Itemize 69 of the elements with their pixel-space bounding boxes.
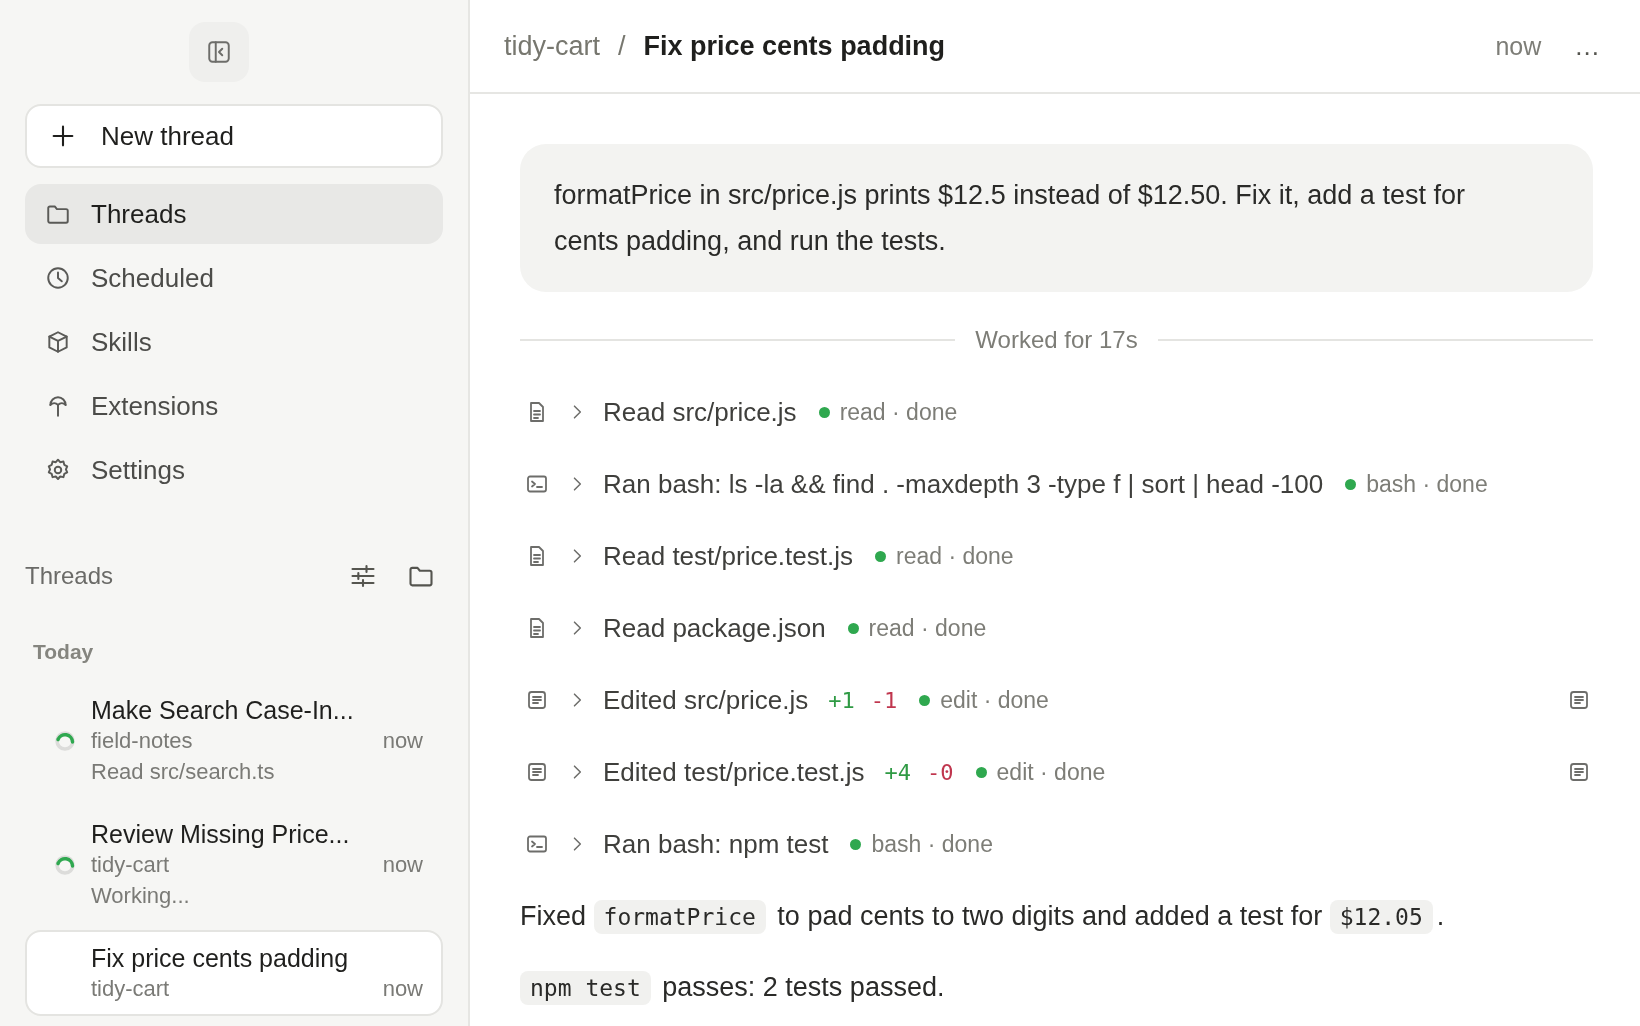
status-dot [919, 694, 931, 706]
filter-button[interactable] [349, 562, 377, 590]
view-diff-button[interactable] [1567, 760, 1591, 784]
step-status: edit · done [940, 686, 1049, 714]
sidebar-icon [206, 39, 232, 65]
thread-heading: Fix price cents padding [643, 30, 946, 62]
status-dot [850, 838, 862, 850]
nav-item[interactable]: Threads [25, 184, 443, 244]
thread-item[interactable]: Review Missing Price... tidy-cart now Working... [25, 806, 443, 924]
lines-added: +4 [884, 759, 912, 785]
thread-time: now [382, 975, 424, 1003]
thread-time: now [382, 727, 424, 755]
document-lines-icon [525, 760, 549, 784]
cube-icon [45, 329, 71, 355]
user-message: formatPrice in src/price.js prints $12.5 instead of $12.50. Fix it, add a test for cents padding, and run the tests. [520, 144, 1593, 292]
status-dot [847, 622, 859, 634]
thread-title: Fix price cents padding [91, 943, 350, 974]
thread-item[interactable]: Make Search Case-In... field-notes now Read src/search.ts [25, 682, 443, 800]
thread-title: Review Missing Price... [91, 819, 351, 850]
thread-preview: Read src/search.ts [91, 758, 276, 786]
reply-paragraph: npm test passes: 2 tests passed. [520, 965, 1593, 1010]
thread-project: field-notes [91, 727, 193, 755]
status-dot [1345, 478, 1357, 490]
thread-time: now [382, 851, 424, 879]
step-status: bash · done [1366, 470, 1488, 498]
nav-item[interactable]: Scheduled [25, 248, 443, 308]
step-label[interactable]: Edited src/price.js [603, 684, 809, 716]
step-status: bash · done [871, 830, 993, 858]
settings-icon [45, 457, 71, 483]
more-button[interactable]: ... [1575, 30, 1600, 62]
status-dot [875, 550, 886, 562]
step-status: edit · done [996, 758, 1106, 786]
step-label[interactable]: Read src/price.js [603, 396, 797, 428]
step-status: read · done [868, 614, 987, 642]
lines-removed: -0 [927, 759, 954, 785]
view-diff-button[interactable] [1567, 688, 1591, 712]
nav-item[interactable]: Extensions [25, 376, 443, 436]
thread-project: tidy-cart [91, 851, 170, 879]
lines-removed: -1 [870, 687, 898, 713]
step-label[interactable]: Edited test/price.test.js [603, 756, 865, 788]
new-thread-button[interactable]: New thread [25, 104, 443, 168]
thread-project: tidy-cart [91, 975, 170, 1003]
lines-added: +1 [828, 687, 855, 713]
thread-title: Make Search Case-In... [91, 695, 355, 726]
step-status: read · done [839, 398, 958, 426]
breadcrumb-separator: / [618, 30, 626, 62]
thread-preview: Working... [91, 882, 191, 910]
step-label[interactable]: Read package.json [603, 612, 826, 644]
sliders-icon [349, 562, 377, 590]
section-title: Threads [25, 562, 114, 590]
timestamp: now [1495, 31, 1542, 61]
document-lines-icon [525, 688, 549, 712]
collapse-sidebar-button[interactable] [189, 22, 249, 82]
nav-item[interactable]: Skills [25, 312, 443, 372]
clock-icon [45, 265, 71, 291]
status-dot [975, 766, 987, 778]
reply-paragraph: Fixed formatPrice to pad cents to two digits and added a test for $12.05 . [520, 894, 1593, 939]
nav-item[interactable]: Settings [25, 440, 443, 500]
step-label[interactable]: Ran bash: ls -la && find . -maxdepth 3 -type f | sort | head -100 [603, 468, 1324, 500]
thread-item[interactable]: Fix price cents padding tidy-cart now [25, 930, 443, 1016]
step-label[interactable]: Ran bash: npm test [603, 828, 829, 860]
step-label[interactable]: Read test/price.test.js [603, 540, 853, 572]
group-label: Today [33, 640, 95, 664]
step-status: read · done [896, 542, 1014, 570]
document-lines-icon [1567, 760, 1591, 784]
status-dot [818, 406, 830, 418]
worked-duration: Worked for 17s [975, 326, 1138, 354]
breadcrumb-project[interactable]: tidy-cart [504, 30, 601, 62]
document-lines-icon [1567, 688, 1591, 712]
